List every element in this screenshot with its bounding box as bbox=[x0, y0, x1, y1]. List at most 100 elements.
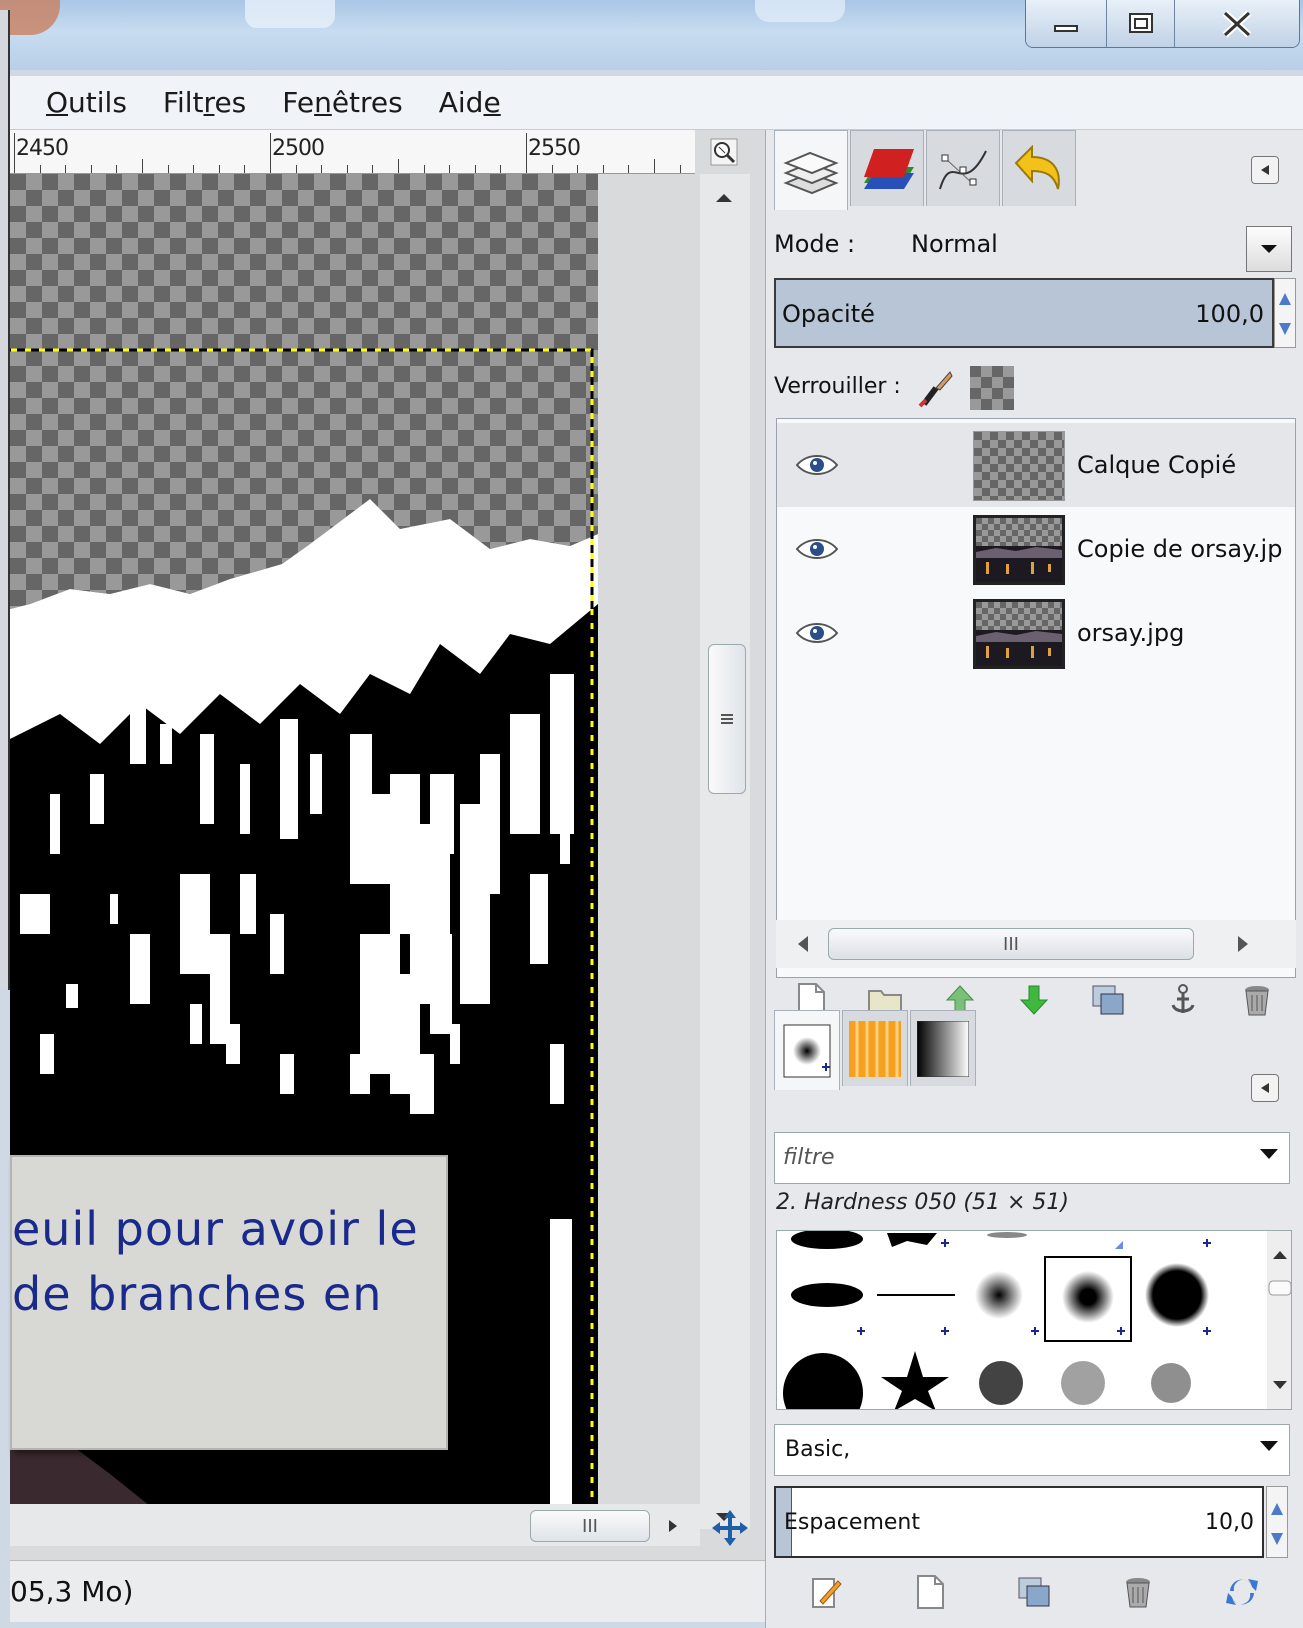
close-button[interactable] bbox=[1174, 0, 1299, 47]
ruler-minor-tick bbox=[602, 165, 604, 173]
chevron-down-icon bbox=[1260, 1149, 1278, 1159]
layer-name[interactable]: Calque Copié bbox=[1077, 451, 1236, 479]
delete-brush-icon bbox=[1126, 1578, 1150, 1608]
horizontal-scrollbar[interactable]: III bbox=[10, 1504, 700, 1546]
edit-brush-button[interactable] bbox=[804, 1570, 848, 1614]
scroll-right-icon[interactable] bbox=[665, 1516, 681, 1536]
maximize-button[interactable] bbox=[1107, 0, 1175, 47]
scroll-right-icon[interactable] bbox=[1236, 934, 1250, 954]
mode-value[interactable]: Normal bbox=[911, 230, 998, 258]
anchor-layer-icon bbox=[1171, 984, 1195, 1013]
brush-name: 2. Hardness 050 (51 × 51) bbox=[776, 1190, 1069, 1215]
opacity-slider[interactable]: Opacité 100,0 bbox=[774, 278, 1274, 348]
tab-menu-icon bbox=[1261, 1083, 1269, 1093]
menu-fenetres[interactable]: Fenêtres bbox=[264, 86, 420, 119]
lock-pixels-icon[interactable] bbox=[916, 368, 956, 408]
brush-ellipse[interactable] bbox=[791, 1283, 863, 1307]
gradient-icon bbox=[917, 1020, 969, 1077]
zoom-icon[interactable] bbox=[710, 138, 738, 166]
ruler-major-tick bbox=[270, 133, 271, 173]
ruler-label: 2450 bbox=[16, 136, 69, 161]
menu-filtres[interactable]: Filtres bbox=[145, 86, 264, 119]
scroll-left-icon[interactable] bbox=[796, 934, 810, 954]
tab-layers[interactable] bbox=[774, 130, 848, 210]
lock-row: Verrouiller : bbox=[774, 362, 1294, 412]
tab-undo-history[interactable] bbox=[1002, 130, 1076, 206]
lock-label: Verrouiller : bbox=[774, 374, 901, 399]
ruler-minor-tick bbox=[193, 165, 195, 173]
tag-value: Basic, bbox=[785, 1437, 851, 1462]
ruler-minor-tick bbox=[398, 159, 399, 173]
spacing-spinner[interactable] bbox=[1266, 1486, 1288, 1558]
vertical-scrollbar[interactable] bbox=[700, 174, 750, 1529]
ruler-minor-tick bbox=[551, 165, 553, 173]
anchor-layer-button[interactable] bbox=[1161, 978, 1205, 1022]
ruler-minor-tick bbox=[628, 165, 630, 173]
brush-soft[interactable] bbox=[975, 1271, 1023, 1319]
duplicate-layer-button[interactable] bbox=[1086, 978, 1130, 1022]
opacity-value: 100,0 bbox=[1195, 300, 1264, 328]
brush-tag-combo[interactable]: Basic, bbox=[774, 1424, 1290, 1476]
tab-brushes[interactable] bbox=[774, 1010, 840, 1090]
undo-icon bbox=[1014, 144, 1060, 189]
eye-icon[interactable] bbox=[795, 451, 839, 479]
ruler-label: 2500 bbox=[272, 136, 325, 161]
lower-layer-button[interactable] bbox=[1012, 978, 1056, 1022]
minimize-button[interactable] bbox=[1026, 0, 1108, 47]
chevron-down-icon bbox=[1261, 245, 1277, 253]
ruler-minor-tick bbox=[654, 159, 655, 173]
ruler-minor-tick bbox=[167, 165, 169, 173]
layer-thumbnail bbox=[973, 599, 1065, 669]
horizontal-scroll-thumb[interactable]: III bbox=[530, 1510, 650, 1542]
menu-outils[interactable]: Outils bbox=[10, 86, 145, 119]
ruler-minor-tick bbox=[142, 159, 143, 173]
configure-tab-button[interactable] bbox=[1251, 156, 1279, 184]
delete-brush-button[interactable] bbox=[1116, 1570, 1160, 1614]
layer-row[interactable]: Calque Copié bbox=[777, 423, 1295, 507]
layer-name[interactable]: Copie de orsay.jp bbox=[1077, 535, 1282, 563]
refresh-brushes-button[interactable] bbox=[1220, 1570, 1264, 1614]
spacing-slider[interactable]: Espacement 10,0 bbox=[774, 1486, 1264, 1558]
layer-row[interactable]: Copie de orsay.jp bbox=[777, 507, 1295, 591]
navigate-icon[interactable] bbox=[710, 1508, 750, 1548]
tab-patterns[interactable] bbox=[842, 1010, 908, 1086]
eye-icon[interactable] bbox=[795, 535, 839, 563]
brush-filter-combo[interactable]: filtre bbox=[774, 1132, 1290, 1184]
ruler-minor-tick bbox=[218, 165, 220, 173]
caption-line-2: de branches en bbox=[12, 1267, 383, 1321]
layers-icon bbox=[783, 151, 839, 194]
delete-layer-button[interactable] bbox=[1235, 978, 1279, 1022]
brush-grid[interactable] bbox=[776, 1230, 1292, 1410]
lower-layer-icon bbox=[1019, 985, 1049, 1015]
configure-brush-tab-button[interactable] bbox=[1251, 1074, 1279, 1102]
brush-icon bbox=[783, 1024, 831, 1077]
layer-thumbnail bbox=[973, 431, 1065, 501]
tab-gradients[interactable] bbox=[910, 1010, 976, 1086]
mode-dropdown[interactable] bbox=[1246, 226, 1292, 272]
layer-row[interactable]: orsay.jpg bbox=[777, 591, 1295, 675]
taskbar-thumbnail bbox=[245, 0, 335, 28]
mode-label: Mode : bbox=[774, 230, 856, 258]
layer-name[interactable]: orsay.jpg bbox=[1077, 619, 1184, 647]
brush-hard[interactable] bbox=[1145, 1263, 1209, 1327]
ruler-minor-tick bbox=[500, 165, 502, 173]
brush-buttons bbox=[774, 1562, 1294, 1622]
ruler-minor-tick bbox=[65, 165, 67, 173]
vertical-scroll-thumb[interactable] bbox=[708, 644, 746, 794]
duplicate-brush-icon bbox=[1018, 1577, 1050, 1607]
tab-paths[interactable] bbox=[926, 130, 1000, 206]
layer-thumbnail bbox=[973, 515, 1065, 585]
layer-list-scroll-thumb[interactable]: III bbox=[828, 928, 1194, 960]
layer-list-scrollbar[interactable]: III bbox=[776, 920, 1296, 968]
ruler-minor-tick bbox=[321, 165, 323, 173]
duplicate-brush-button[interactable] bbox=[1012, 1570, 1056, 1614]
lock-alpha-icon[interactable] bbox=[970, 366, 1014, 410]
new-brush-button[interactable] bbox=[908, 1570, 952, 1614]
ruler-minor-tick bbox=[244, 165, 246, 173]
scroll-up-icon[interactable] bbox=[712, 190, 736, 206]
menu-aide[interactable]: Aide bbox=[421, 86, 519, 119]
opacity-spinner[interactable] bbox=[1274, 278, 1296, 348]
ruler-minor-tick bbox=[679, 165, 681, 173]
tab-channels[interactable] bbox=[850, 130, 924, 206]
eye-icon[interactable] bbox=[795, 619, 839, 647]
